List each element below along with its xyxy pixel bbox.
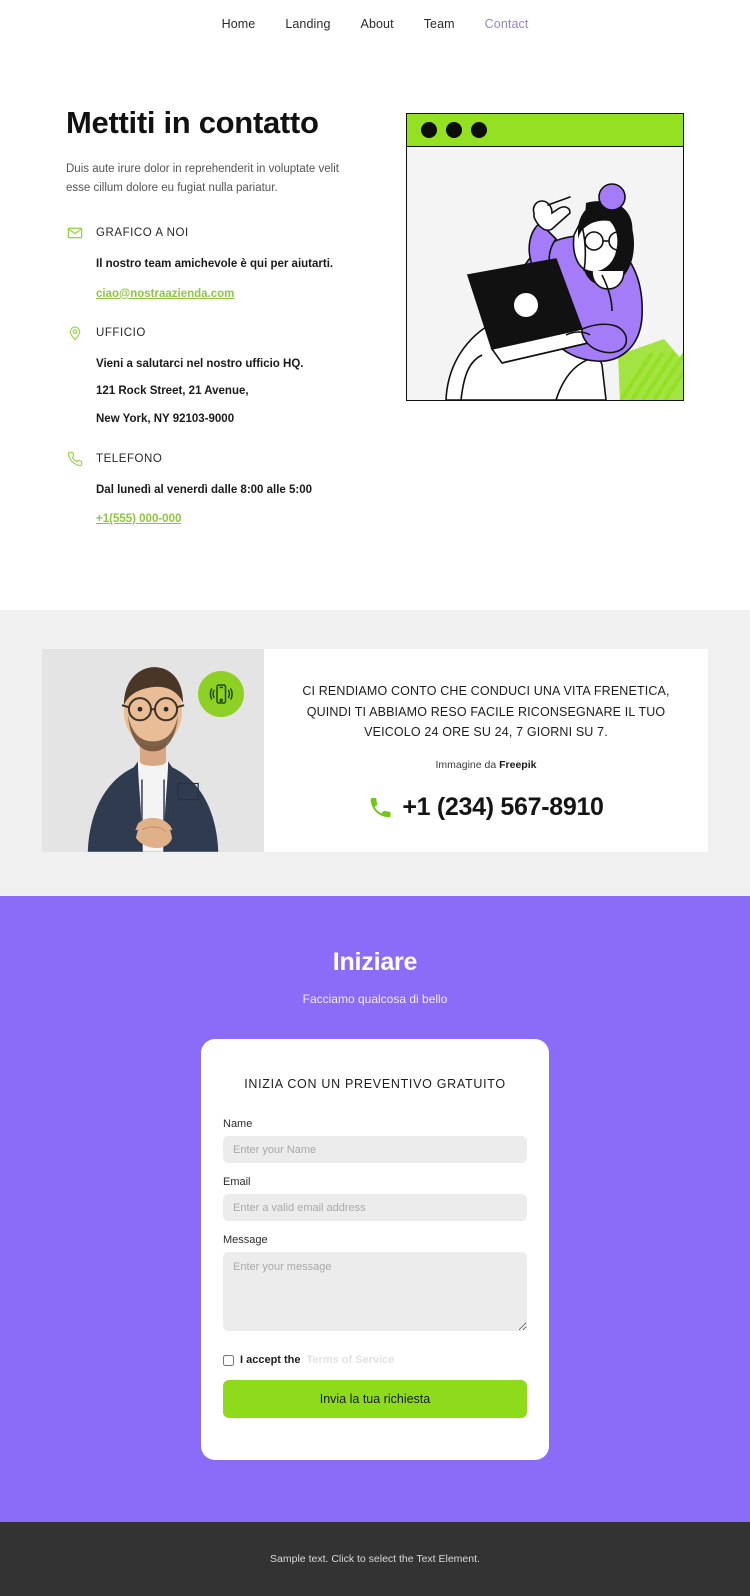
callout-headline: CI RENDIAMO CONTO CHE CONDUCI UNA VITA F…	[302, 684, 670, 739]
envelope-icon	[66, 225, 83, 242]
contact-block-phone-label: TELEFONO	[96, 453, 163, 466]
nav-item-home[interactable]: Home	[222, 17, 256, 31]
image-credit-source: Freepik	[499, 759, 537, 772]
page-subtitle: Duis aute irure dolor in reprehenderit i…	[66, 163, 339, 194]
nav-item-landing[interactable]: Landing	[285, 17, 330, 31]
message-field-label: Message	[223, 1234, 268, 1247]
contact-block-office-label: UFFICIO	[96, 327, 146, 340]
main-navigation: Home Landing About Team Contact	[0, 0, 750, 47]
contact-block-email-label: GRAFICO A NOI	[96, 227, 189, 240]
browser-dot-icon	[421, 122, 437, 138]
terms-acceptance-row: I accept the Terms of Service	[223, 1354, 527, 1366]
quote-form-title: INIZIA CON UN PREVENTIVO GRATUITO	[244, 1077, 506, 1092]
terms-of-service-link[interactable]: Terms of Service	[307, 1354, 395, 1366]
nav-item-about[interactable]: About	[361, 17, 394, 31]
name-input[interactable]	[223, 1136, 527, 1164]
map-pin-icon	[66, 325, 83, 342]
vibrating-phone-icon	[209, 684, 233, 705]
get-started-title: Iniziare	[332, 948, 418, 977]
contact-details-column: Mettiti in contatto Duis aute irure dolo…	[66, 105, 366, 550]
contact-block-office-text: Vieni a salutarci nel nostro ufficio HQ.	[96, 357, 304, 370]
callout-banner-content: CI RENDIAMO CONTO CHE CONDUCI UNA VITA F…	[264, 649, 708, 852]
man-in-glasses-photo	[42, 649, 264, 853]
callout-banner-section: CI RENDIAMO CONTO CHE CONDUCI UNA VITA F…	[0, 610, 750, 897]
browser-titlebar	[407, 114, 683, 147]
terms-checkbox[interactable]	[223, 1354, 234, 1366]
browser-dot-icon	[471, 122, 487, 138]
get-started-subtitle: Facciamo qualcosa di bello	[302, 992, 448, 1007]
phone-link[interactable]: +1(555) 000-000	[96, 513, 181, 525]
phone-icon	[66, 451, 83, 468]
image-credit-prefix: Immagine da	[435, 759, 500, 772]
email-field-label: Email	[223, 1176, 251, 1189]
phone-handset-icon	[371, 797, 391, 817]
footer-sample-text[interactable]: Sample text. Click to select the Text El…	[270, 1553, 480, 1565]
office-address-line-1: 121 Rock Street, 21 Avenue,	[96, 385, 249, 398]
contact-hero-section: Mettiti in contatto Duis aute irure dolo…	[0, 47, 750, 611]
email-input[interactable]	[223, 1194, 527, 1222]
contact-block-email-text: Il nostro team amichevole è qui per aiut…	[96, 257, 334, 270]
submit-request-button[interactable]: Invia la tua richiesta	[223, 1380, 527, 1419]
vibrating-phone-badge	[198, 671, 244, 718]
hero-illustration-column	[366, 105, 684, 401]
browser-dot-icon	[446, 122, 462, 138]
nav-item-team[interactable]: Team	[424, 17, 455, 31]
woman-with-laptop-illustration	[407, 147, 683, 400]
quote-form-card: INIZIA CON UN PREVENTIVO GRATUITO Name E…	[201, 1039, 549, 1461]
page-title: Mettiti in contatto	[66, 105, 319, 140]
browser-window-illustration	[406, 113, 684, 401]
email-link[interactable]: ciao@nostraazienda.com	[96, 288, 234, 300]
contact-block-email: GRAFICO A NOI Il nostro team amichevole …	[66, 225, 366, 302]
callout-banner: CI RENDIAMO CONTO CHE CONDUCI UNA VITA F…	[42, 649, 708, 853]
nav-item-contact[interactable]: Contact	[485, 17, 529, 31]
contact-block-office: UFFICIO Vieni a salutarci nel nostro uff…	[66, 325, 366, 428]
image-credit: Immagine da Freepik	[292, 759, 680, 771]
office-address-line-2: New York, NY 92103-9000	[96, 412, 235, 425]
name-field-label: Name	[223, 1118, 253, 1131]
get-started-section: Iniziare Facciamo qualcosa di bello INIZ…	[0, 896, 750, 1523]
message-textarea[interactable]	[223, 1252, 527, 1332]
callout-phone-number[interactable]: +1 (234) 567-8910	[292, 793, 680, 822]
contact-block-phone-text: Dal lunedì al venerdì dalle 8:00 alle 5:…	[96, 483, 313, 496]
contact-block-phone: TELEFONO Dal lunedì al venerdì dalle 8:0…	[66, 451, 366, 528]
terms-prefix-label: I accept the	[240, 1354, 301, 1367]
callout-phone-text: +1 (234) 567-8910	[402, 793, 604, 822]
page-footer: Sample text. Click to select the Text El…	[0, 1522, 750, 1596]
